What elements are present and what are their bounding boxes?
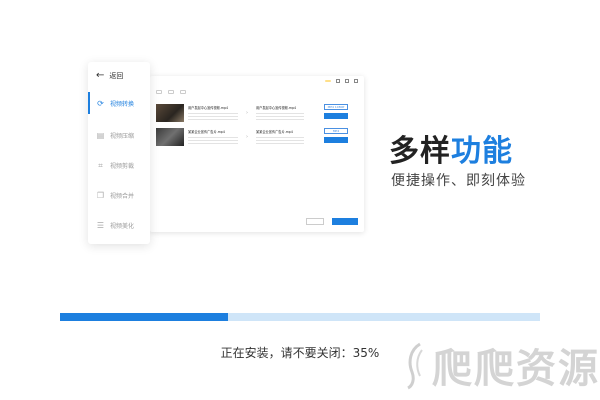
format-select: MP4 1080P — [324, 104, 348, 110]
menu-item-compress[interactable]: ▤ 视频压缩 — [88, 124, 150, 146]
video-thumbnail — [156, 128, 184, 146]
feature-headline: 多样功能 — [389, 126, 513, 170]
menu-item-label: 视频剪裁 — [110, 162, 135, 170]
menu-item-convert[interactable]: ⟳ 视频转换 — [88, 92, 150, 114]
refresh-icon: ⟳ — [97, 98, 104, 108]
menu-item-beautify[interactable]: ☰ 视频美化 — [88, 214, 150, 236]
crop-icon: ⌗ — [98, 160, 103, 170]
add-folder-icon — [168, 90, 174, 94]
add-file-icon — [156, 90, 162, 94]
compress-icon: ▤ — [96, 130, 105, 140]
headline-part-1: 多样 — [389, 134, 451, 169]
install-progress-fill — [60, 313, 228, 321]
preview-toolbar — [156, 90, 186, 94]
watermark: 爬爬资源 — [406, 336, 600, 394]
source-file-name: 某某企业宣传广告片.mp4 — [188, 130, 225, 134]
close-icon — [354, 79, 358, 83]
function-menu: ← 返回 ⟳ 视频转换 ▤ 视频压缩 ⌗ 视频剪裁 ❐ 视频合并 ☰ 视频美化 — [88, 62, 150, 244]
start-all-button — [332, 218, 358, 225]
menu-item-merge[interactable]: ❐ 视频合并 — [88, 184, 150, 206]
video-thumbnail — [156, 104, 184, 122]
arrow-right-icon: › — [246, 110, 248, 116]
window-controls — [325, 79, 358, 83]
watermark-text: 爬爬资源 — [432, 346, 600, 392]
menu-item-label: 视频合并 — [110, 192, 135, 200]
output-file-meta — [256, 111, 304, 121]
menu-item-label: 视频压缩 — [110, 132, 135, 140]
menu-item-label: 视频转换 — [110, 100, 135, 108]
settings-icon — [180, 90, 186, 94]
file-row: 用户发起中心宣传视频.mp4 › 用户发起中心宣传视频.mp4 MP4 1080… — [156, 104, 356, 124]
file-row: 某某企业宣传广告片.mp4 › 某某企业宣传广告片.mp4 MP4 — [156, 128, 356, 148]
headline-part-2: 功能 — [451, 134, 513, 169]
open-folder-button — [306, 218, 324, 225]
source-file-name: 用户发起中心宣传视频.mp4 — [188, 106, 229, 110]
install-progress-bar — [60, 313, 540, 321]
watermark-logo-icon — [407, 342, 423, 390]
output-file-name: 用户发起中心宣传视频.mp4 — [256, 106, 297, 110]
adjust-icon: ☰ — [96, 220, 105, 230]
convert-row-button — [324, 113, 348, 119]
back-button[interactable]: ← 返回 — [96, 71, 123, 81]
format-select: MP4 — [324, 128, 348, 134]
back-label: 返回 — [109, 72, 124, 80]
app-preview-window: 用户发起中心宣传视频.mp4 › 用户发起中心宣传视频.mp4 MP4 1080… — [150, 76, 364, 232]
convert-row-button — [324, 137, 348, 143]
arrow-left-icon: ← — [96, 70, 105, 81]
minimize-icon — [336, 79, 340, 83]
feature-subline: 便捷操作、即刻体验 — [391, 173, 526, 189]
menu-item-crop[interactable]: ⌗ 视频剪裁 — [88, 154, 150, 176]
output-file-meta — [256, 135, 304, 145]
maximize-icon — [345, 79, 349, 83]
merge-icon: ❐ — [96, 190, 105, 200]
source-file-meta — [188, 135, 238, 145]
output-file-name: 某某企业宣传广告片.mp4 — [256, 130, 293, 134]
source-file-meta — [188, 111, 238, 121]
arrow-right-icon: › — [246, 134, 248, 140]
menu-item-label: 视频美化 — [110, 222, 135, 230]
preview-footer — [156, 218, 358, 226]
upgrade-badge — [325, 80, 331, 82]
